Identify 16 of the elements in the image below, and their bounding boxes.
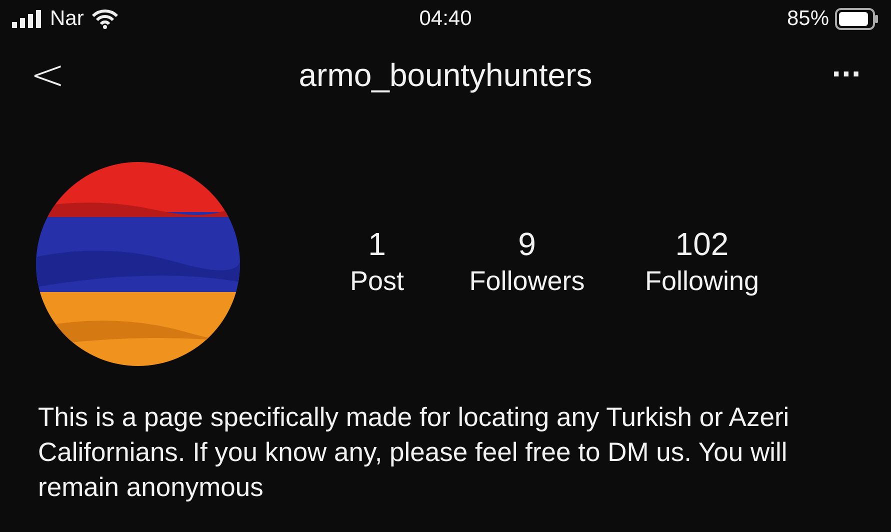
stat-label: Followers	[469, 265, 585, 298]
stat-label: Following	[644, 265, 760, 298]
back-button[interactable]: <	[30, 54, 66, 96]
status-time: 04:40	[419, 7, 472, 30]
carrier-name: Nar	[50, 7, 84, 31]
stat-count: 102	[675, 225, 729, 264]
battery-icon	[835, 8, 879, 30]
wifi-icon	[92, 9, 118, 29]
signal-icon	[12, 10, 42, 28]
stat-label: Post	[350, 265, 404, 298]
stat-count: 1	[368, 225, 386, 264]
profile-username: armo_bountyhunters	[298, 56, 592, 92]
more-button[interactable]: ···	[831, 60, 861, 90]
stat-count: 9	[518, 225, 536, 264]
battery-percent: 85%	[786, 7, 829, 31]
profile-bio: This is a page specifically made for locating any Turkish or Azeri Californians. If you know any, please feel free to DM us. You will remain anonymous	[38, 401, 790, 504]
